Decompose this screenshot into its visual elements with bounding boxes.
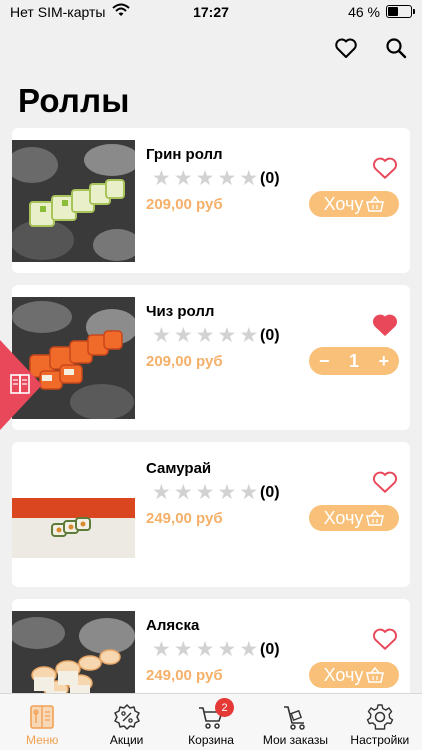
rating-stars[interactable]: ★ ★ ★ ★ ★	[152, 168, 258, 189]
star-icon[interactable]: ★	[152, 482, 171, 503]
star-icon[interactable]: ★	[217, 168, 236, 189]
product-price: 209,00 руб	[146, 353, 223, 370]
header-actions	[334, 36, 408, 60]
product-name[interactable]: Чиз ролл	[146, 303, 214, 320]
tab-my-orders[interactable]: Мои заказы	[253, 694, 337, 750]
product-card[interactable]: Самурай ★ ★ ★ ★ ★ (0) 249,00 руб Хочу	[12, 442, 410, 587]
product-name[interactable]: Аляска	[146, 617, 199, 634]
star-icon[interactable]: ★	[174, 482, 193, 503]
tab-settings-label: Настройки	[350, 733, 410, 747]
tab-my-orders-label: Мои заказы	[262, 733, 329, 747]
tab-promotions[interactable]: Акции	[84, 694, 168, 750]
star-icon[interactable]: ★	[217, 639, 236, 660]
want-button-label: Хочу	[323, 507, 364, 528]
star-icon[interactable]: ★	[239, 325, 258, 346]
product-name[interactable]: Самурай	[146, 460, 211, 477]
tab-settings[interactable]: Настройки	[338, 694, 422, 750]
quantity-stepper: − 1 +	[309, 347, 399, 375]
basket-icon	[366, 510, 385, 526]
page-title: Роллы	[18, 82, 130, 119]
rating-count: (0)	[260, 327, 280, 344]
favorite-filled-icon[interactable]	[372, 313, 398, 337]
tab-cart-label: Корзина	[188, 733, 234, 747]
star-icon[interactable]: ★	[196, 325, 215, 346]
want-button-label: Хочу	[323, 193, 364, 214]
star-icon[interactable]: ★	[174, 168, 193, 189]
rating-stars[interactable]: ★ ★ ★ ★ ★	[152, 482, 258, 503]
gear-icon	[366, 704, 394, 730]
tab-promotions-label: Акции	[109, 733, 144, 747]
rating-stars[interactable]: ★ ★ ★ ★ ★	[152, 639, 258, 660]
star-icon[interactable]: ★	[196, 639, 215, 660]
star-icon[interactable]: ★	[196, 168, 215, 189]
increase-button[interactable]: +	[378, 351, 389, 372]
basket-icon	[366, 196, 385, 212]
product-price: 249,00 руб	[146, 510, 223, 527]
quantity-value: 1	[348, 350, 359, 371]
side-menu-tab[interactable]	[0, 340, 42, 430]
basket-icon	[366, 667, 385, 683]
star-icon[interactable]: ★	[217, 325, 236, 346]
star-icon[interactable]: ★	[174, 325, 193, 346]
favorite-outline-icon[interactable]	[372, 627, 398, 651]
rating-count: (0)	[260, 170, 280, 187]
status-bar: Нет SIM-карты 17:27 46 %	[0, 0, 422, 24]
rating-count: (0)	[260, 484, 280, 501]
star-icon[interactable]: ★	[152, 325, 171, 346]
star-icon[interactable]: ★	[239, 168, 258, 189]
product-card[interactable]: Грин ролл ★ ★ ★ ★ ★ (0) 209,00 руб Хочу	[12, 128, 410, 273]
rating-stars[interactable]: ★ ★ ★ ★ ★	[152, 325, 258, 346]
want-button-label: Хочу	[323, 664, 364, 685]
star-icon[interactable]: ★	[196, 482, 215, 503]
battery-percent: 46 %	[348, 4, 380, 20]
want-button[interactable]: Хочу	[309, 191, 399, 217]
want-button[interactable]: Хочу	[309, 662, 399, 688]
tab-cart[interactable]: 2 Корзина	[169, 694, 253, 750]
menu-book-icon	[30, 705, 55, 729]
star-icon[interactable]: ★	[152, 168, 171, 189]
want-button[interactable]: Хочу	[309, 505, 399, 531]
search-icon[interactable]	[384, 36, 408, 60]
product-image-samurai[interactable]	[12, 454, 135, 576]
star-icon[interactable]: ★	[174, 639, 193, 660]
favorite-outline-icon[interactable]	[372, 156, 398, 180]
rating-count: (0)	[260, 641, 280, 658]
product-name[interactable]: Грин ролл	[146, 146, 223, 163]
star-icon[interactable]: ★	[239, 482, 258, 503]
product-image-green-roll[interactable]	[12, 140, 135, 262]
favorites-heart-icon[interactable]	[334, 36, 358, 60]
decrease-button[interactable]: −	[319, 351, 330, 372]
discount-badge-icon	[113, 704, 140, 730]
star-icon[interactable]: ★	[217, 482, 236, 503]
battery-icon	[386, 5, 415, 18]
product-card[interactable]: Чиз ролл ★ ★ ★ ★ ★ (0) 209,00 руб − 1 +	[12, 285, 410, 430]
star-icon[interactable]: ★	[239, 639, 258, 660]
product-price: 249,00 руб	[146, 667, 223, 684]
orders-cart-icon	[284, 706, 306, 730]
bottom-tab-bar: Меню Акции 2 Корзина Мои заказы Настройк…	[0, 693, 422, 750]
favorite-outline-icon[interactable]	[372, 470, 398, 494]
cart-count-badge: 2	[215, 698, 235, 717]
product-price: 209,00 руб	[146, 196, 223, 213]
tab-menu-label: Меню	[25, 733, 59, 747]
star-icon[interactable]: ★	[152, 639, 171, 660]
tab-menu[interactable]: Меню	[0, 694, 84, 750]
